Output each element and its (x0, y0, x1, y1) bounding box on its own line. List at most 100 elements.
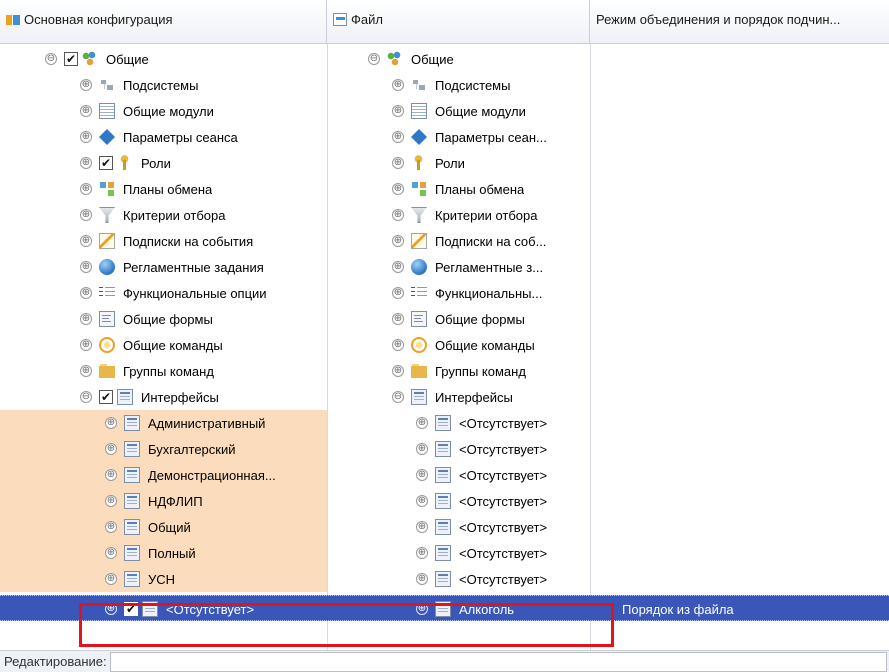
tree-row[interactable]: ⊕ ✔ Роли ⊕ Роли (0, 150, 889, 176)
main-config-cell[interactable]: ⊕ Общие формы (0, 306, 327, 332)
expand-toggle-icon[interactable]: ⊕ (392, 105, 404, 117)
expand-toggle-icon[interactable]: ⊕ (416, 547, 428, 559)
tree-row[interactable]: ⊕ Функциональные опции ⊕ Функциональны... (0, 280, 889, 306)
expand-toggle-icon[interactable]: ⊕ (392, 287, 404, 299)
expand-toggle-icon[interactable]: ⊕ (80, 287, 92, 299)
expand-toggle-icon[interactable]: ⊕ (105, 573, 117, 585)
main-config-cell[interactable]: ⊕ Группы команд (0, 358, 327, 384)
tree-row[interactable]: ⊖ ✔ Интерфейсы ⊖ Интерфейсы (0, 384, 889, 410)
merge-mode-cell[interactable] (590, 98, 889, 124)
expand-toggle-icon[interactable]: ⊕ (416, 573, 428, 585)
expand-toggle-icon[interactable]: ⊕ (105, 547, 117, 559)
expand-toggle-icon[interactable]: ⊖ (80, 391, 92, 403)
main-config-cell[interactable]: ⊕ Планы обмена (0, 176, 327, 202)
main-config-cell[interactable]: ⊕ Бухгалтерский (0, 436, 327, 462)
column-header-merge-mode[interactable]: Режим объединения и порядок подчин... (590, 0, 889, 43)
main-config-cell[interactable]: ⊕ Критерии отбора (0, 202, 327, 228)
tree-row[interactable]: ⊕ Общие команды ⊕ Общие команды (0, 332, 889, 358)
include-checkbox[interactable]: ✔ (99, 156, 113, 170)
file-cell[interactable]: ⊕ Общие команды (327, 332, 590, 358)
expand-toggle-icon[interactable]: ⊕ (105, 417, 117, 429)
file-cell[interactable]: ⊕ <Отсутствует> (327, 488, 590, 514)
file-cell[interactable]: ⊖ Общие (327, 46, 590, 72)
file-cell[interactable]: ⊕ <Отсутствует> (327, 462, 590, 488)
expand-toggle-icon[interactable]: ⊕ (80, 183, 92, 195)
file-cell[interactable]: ⊖ Интерфейсы (327, 384, 590, 410)
expand-toggle-icon[interactable]: ⊕ (105, 495, 117, 507)
merge-mode-cell[interactable] (590, 514, 889, 540)
main-config-cell[interactable]: ⊕ Общие команды (0, 332, 327, 358)
main-config-cell[interactable]: ⊕ Административный (0, 410, 327, 436)
tree-row[interactable]: ⊕ Полный ⊕ <Отсутствует> (0, 540, 889, 566)
expand-toggle-icon[interactable]: ⊕ (392, 79, 404, 91)
file-cell[interactable]: ⊕ Подсистемы (327, 72, 590, 98)
main-config-cell[interactable]: ⊕ НДФЛИП (0, 488, 327, 514)
main-config-cell[interactable]: ⊕ Демонстрационная... (0, 462, 327, 488)
merge-mode-cell[interactable] (590, 280, 889, 306)
merge-mode-cell[interactable] (590, 228, 889, 254)
merge-mode-cell[interactable] (590, 540, 889, 566)
file-cell[interactable]: ⊕ Роли (327, 150, 590, 176)
expand-toggle-icon[interactable]: ⊕ (392, 235, 404, 247)
tree-row[interactable]: ⊕ Подсистемы ⊕ Подсистемы (0, 72, 889, 98)
expand-toggle-icon[interactable]: ⊕ (105, 521, 117, 533)
merge-mode-cell[interactable] (590, 384, 889, 410)
merge-mode-cell[interactable] (590, 306, 889, 332)
merge-mode-cell[interactable] (590, 462, 889, 488)
tree-row[interactable]: ⊖ ✔ Общие ⊖ Общие (0, 46, 889, 72)
file-cell[interactable]: ⊕ Регламентные з... (327, 254, 590, 280)
merge-mode-cell[interactable] (590, 488, 889, 514)
file-cell[interactable]: ⊕ Функциональны... (327, 280, 590, 306)
tree-row[interactable]: ⊕ Общие формы ⊕ Общие формы (0, 306, 889, 332)
tree-row[interactable]: ⊕ Регламентные задания ⊕ Регламентные з... (0, 254, 889, 280)
column-header-main-config[interactable]: Основная конфигурация (0, 0, 327, 43)
file-cell[interactable]: ⊕ Общие модули (327, 98, 590, 124)
expand-toggle-icon[interactable]: ⊖ (45, 53, 57, 65)
expand-toggle-icon[interactable]: ⊕ (80, 235, 92, 247)
file-cell[interactable]: ⊕ Планы обмена (327, 176, 590, 202)
file-cell[interactable]: ⊕ Параметры сеан... (327, 124, 590, 150)
expand-toggle-icon[interactable]: ⊕ (416, 469, 428, 481)
main-config-cell[interactable]: ⊕ Функциональные опции (0, 280, 327, 306)
expand-toggle-icon[interactable]: ⊕ (392, 183, 404, 195)
tree-row[interactable]: ⊕ Общий ⊕ <Отсутствует> (0, 514, 889, 540)
expand-toggle-icon[interactable]: ⊕ (392, 339, 404, 351)
file-cell[interactable]: ⊕ Критерии отбора (327, 202, 590, 228)
expand-toggle-icon[interactable]: ⊕ (105, 443, 117, 455)
expand-toggle-icon[interactable]: ⊕ (392, 313, 404, 325)
file-cell[interactable]: ⊕ <Отсутствует> (327, 436, 590, 462)
tree-row[interactable]: ⊕ Группы команд ⊕ Группы команд (0, 358, 889, 384)
expand-toggle-icon[interactable]: ⊕ (80, 313, 92, 325)
expand-toggle-icon[interactable]: ⊖ (392, 391, 404, 403)
main-config-cell[interactable]: ⊕ Общие модули (0, 98, 327, 124)
expand-toggle-icon[interactable]: ⊕ (80, 131, 92, 143)
expand-toggle-icon[interactable]: ⊕ (416, 443, 428, 455)
file-cell[interactable]: ⊕ <Отсутствует> (327, 514, 590, 540)
file-cell[interactable]: ⊕ <Отсутствует> (327, 410, 590, 436)
column-header-file[interactable]: Файл (327, 0, 590, 43)
expand-toggle-icon[interactable]: ⊕ (392, 209, 404, 221)
tree-row[interactable]: ⊕ Критерии отбора ⊕ Критерии отбора (0, 202, 889, 228)
main-config-cell[interactable]: ⊕ Параметры сеанса (0, 124, 327, 150)
merge-mode-cell[interactable] (590, 150, 889, 176)
expand-toggle-icon[interactable]: ⊕ (80, 209, 92, 221)
file-cell[interactable]: ⊕ Подписки на соб... (327, 228, 590, 254)
main-config-cell[interactable]: ⊖ ✔ Общие (0, 46, 327, 72)
file-cell[interactable]: ⊕ Группы команд (327, 358, 590, 384)
file-cell[interactable]: ⊕ Общие формы (327, 306, 590, 332)
expand-toggle-icon[interactable]: ⊕ (80, 157, 92, 169)
file-cell[interactable]: ⊕ <Отсутствует> (327, 566, 590, 592)
main-config-cell[interactable]: ⊕ Подписки на события (0, 228, 327, 254)
merge-mode-cell[interactable] (590, 566, 889, 592)
include-checkbox[interactable]: ✔ (64, 52, 78, 66)
expand-toggle-icon[interactable]: ⊕ (105, 469, 117, 481)
main-config-cell[interactable]: ⊖ ✔ Интерфейсы (0, 384, 327, 410)
tree-row[interactable]: ⊕ Подписки на события ⊕ Подписки на соб... (0, 228, 889, 254)
expand-toggle-icon[interactable]: ⊕ (80, 339, 92, 351)
main-config-cell[interactable]: ⊕ Общий (0, 514, 327, 540)
expand-toggle-icon[interactable]: ⊕ (392, 365, 404, 377)
tree-row[interactable]: ⊕ Параметры сеанса ⊕ Параметры сеан... (0, 124, 889, 150)
merge-mode-cell[interactable] (590, 332, 889, 358)
merge-mode-cell[interactable] (590, 254, 889, 280)
expand-toggle-icon[interactable]: ⊕ (80, 365, 92, 377)
